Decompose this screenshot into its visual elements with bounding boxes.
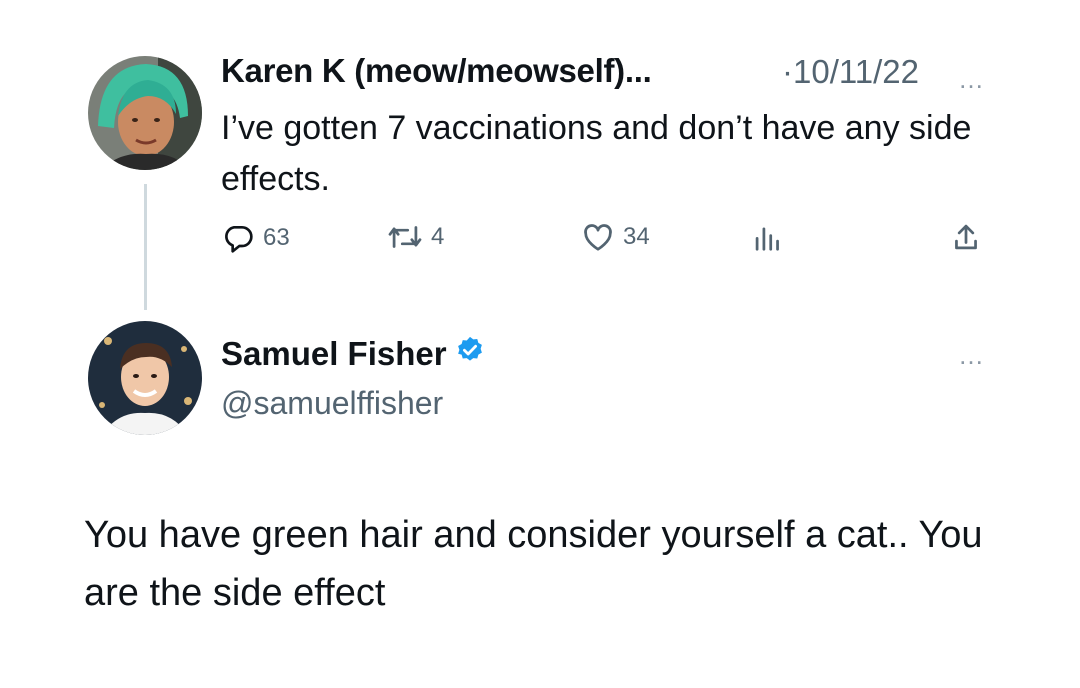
reply-button[interactable]: 63 <box>221 222 290 254</box>
more-options-icon[interactable]: … <box>958 66 985 92</box>
analytics-icon <box>753 222 783 252</box>
heart-icon <box>581 222 615 252</box>
share-button[interactable] <box>951 222 981 252</box>
retweet-button[interactable]: 4 <box>387 222 444 252</box>
avatar-karen[interactable] <box>88 56 202 170</box>
original-tweet-text: I’ve gotten 7 vaccinations and don’t hav… <box>221 109 972 198</box>
display-name-text[interactable]: Samuel Fisher <box>221 335 447 373</box>
tweet-actions: 63 4 34 <box>221 222 1001 262</box>
retweet-count: 4 <box>431 223 445 250</box>
tweet-date[interactable]: ·10/11/22 <box>782 53 919 91</box>
avatar-samuel[interactable] <box>88 321 202 435</box>
date-separator: · <box>782 53 793 90</box>
reply-count: 63 <box>263 224 290 251</box>
display-name-karen[interactable]: Karen K (meow/meowself)... <box>221 52 652 90</box>
display-name-samuel[interactable]: Samuel Fisher <box>221 335 485 373</box>
verified-badge-icon[interactable] <box>455 335 485 373</box>
like-count: 34 <box>623 223 650 250</box>
reply-icon <box>221 222 255 254</box>
views-button[interactable] <box>753 222 783 252</box>
share-icon <box>951 222 981 252</box>
thread-line <box>144 184 147 310</box>
retweet-icon <box>387 222 423 252</box>
like-button[interactable]: 34 <box>581 222 650 252</box>
more-options-icon-reply[interactable]: … <box>958 342 985 368</box>
date-text[interactable]: 10/11/22 <box>793 53 919 90</box>
reply-tweet-text: You have green hair and consider yoursel… <box>84 514 983 614</box>
user-handle[interactable]: @samuelffisher <box>221 385 443 422</box>
